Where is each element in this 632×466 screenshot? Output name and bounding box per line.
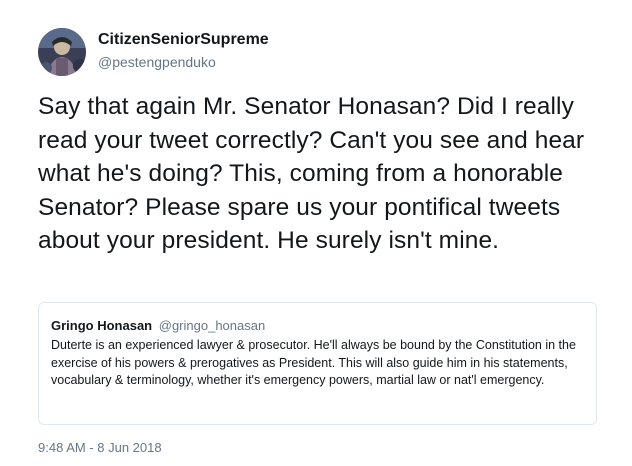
author-handle[interactable]: @pestengpenduko <box>98 54 216 70</box>
quoted-author-handle: @gringo_honasan <box>158 318 266 333</box>
tweet: CitizenSeniorSupreme @pestengpenduko Say… <box>0 0 632 466</box>
tweet-text: Say that again Mr. Senator Honasan? Did … <box>38 93 585 254</box>
quoted-tweet-card[interactable]: Gringo Honasan @gringo_honasan Duterte i… <box>38 302 597 425</box>
author-display-name[interactable]: CitizenSeniorSupreme <box>98 31 269 49</box>
quoted-tweet-text: Duterte is an experienced lawyer & prose… <box>51 338 576 387</box>
quoted-tweet-header: Gringo Honasan @gringo_honasan <box>51 318 265 333</box>
quoted-author-name: Gringo Honasan <box>51 318 153 333</box>
tweet-timestamp[interactable]: 9:48 AM - 8 Jun 2018 <box>38 440 162 455</box>
profile-avatar-icon[interactable] <box>38 28 86 76</box>
